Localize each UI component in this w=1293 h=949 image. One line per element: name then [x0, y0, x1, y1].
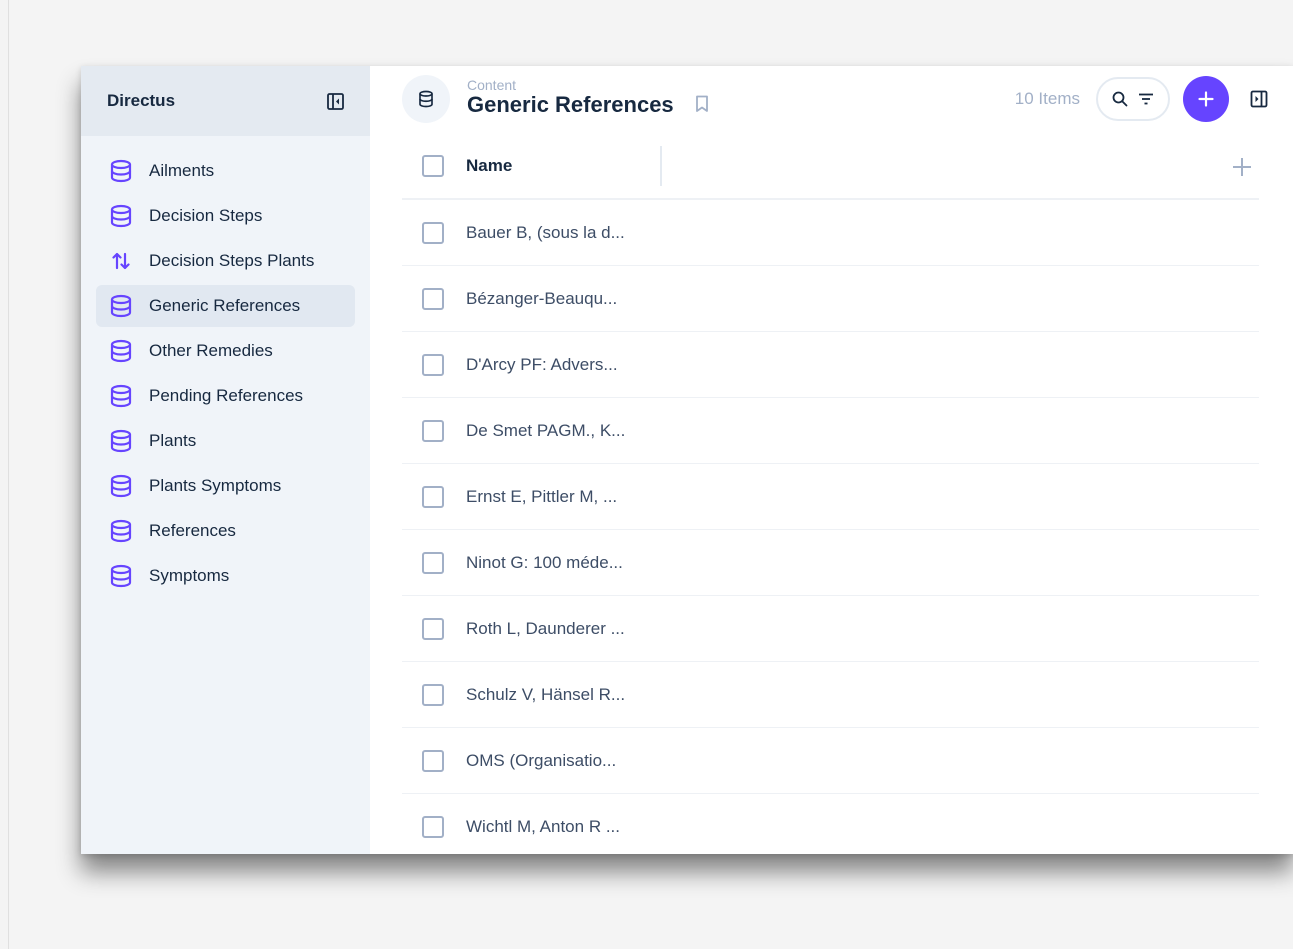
- row-checkbox[interactable]: [422, 485, 444, 508]
- name-cell: De Smet PAGM., K...: [466, 420, 626, 440]
- sidebar-item[interactable]: Decision Steps: [96, 195, 355, 237]
- database-icon: [108, 428, 134, 454]
- database-icon: [108, 563, 134, 589]
- sidebar-item[interactable]: Plants: [96, 420, 355, 462]
- sidebar-item-label: Other Remedies: [149, 341, 273, 360]
- sidebar-item[interactable]: References: [96, 510, 355, 552]
- collection-title-icon: [402, 75, 450, 123]
- table-row[interactable]: Bauer B, (sous la d...: [402, 200, 1259, 266]
- name-cell: Ernst E, Pittler M, ...: [466, 486, 618, 506]
- row-checkbox[interactable]: [422, 287, 444, 310]
- sidebar-item[interactable]: Pending References: [96, 375, 355, 417]
- breadcrumb[interactable]: Content: [467, 78, 674, 92]
- page-header: Content Generic References 10 Items: [370, 66, 1293, 132]
- search-icon[interactable]: [1111, 90, 1129, 108]
- items-table: Name Bauer B, (sous la d... Bézanger-Beau…: [402, 134, 1259, 854]
- sidebar-item[interactable]: Generic References: [96, 285, 355, 327]
- sidebar-item-label: Symptoms: [149, 566, 230, 585]
- sidebar-item-label: Decision Steps Plants: [149, 251, 315, 270]
- table-row[interactable]: D'Arcy PF: Advers...: [402, 332, 1259, 398]
- main-content: Content Generic References 10 Items Name…: [370, 66, 1293, 854]
- column-resize-handle[interactable]: [660, 146, 662, 186]
- bookmark-icon[interactable]: [694, 95, 712, 113]
- sidebar-item[interactable]: Decision Steps Plants: [96, 240, 355, 282]
- sidebar-item-label: Generic References: [149, 296, 301, 315]
- database-icon: [108, 158, 134, 184]
- table-row[interactable]: De Smet PAGM., K...: [402, 398, 1259, 464]
- sidebar-item[interactable]: Other Remedies: [96, 330, 355, 372]
- database-icon: [108, 293, 134, 319]
- sidebar-item[interactable]: Symptoms: [96, 555, 355, 597]
- name-cell: Ninot G: 100 méde...: [466, 552, 623, 572]
- navigation-sidebar: Directus Ailments Decision Steps Decision …: [81, 66, 370, 854]
- database-icon: [419, 90, 433, 108]
- database-icon: [108, 473, 134, 499]
- table-row[interactable]: Roth L, Daunderer ...: [402, 596, 1259, 662]
- table-body: Bauer B, (sous la d... Bézanger-Beauqu...…: [402, 200, 1259, 854]
- row-checkbox[interactable]: [422, 815, 444, 838]
- toggle-info-sidebar-icon[interactable]: [1249, 89, 1269, 109]
- table-row[interactable]: Schulz V, Hänsel R...: [402, 662, 1259, 728]
- row-checkbox[interactable]: [422, 617, 444, 640]
- table-header: Name: [402, 134, 1259, 200]
- swap-vertical-icon: [108, 248, 134, 274]
- table-row[interactable]: Ninot G: 100 méde...: [402, 530, 1259, 596]
- sidebar-item-label: Plants Symptoms: [149, 476, 282, 495]
- name-cell: Bauer B, (sous la d...: [466, 222, 625, 242]
- database-icon: [108, 518, 134, 544]
- row-checkbox[interactable]: [422, 353, 444, 376]
- app-window: Directus Ailments Decision Steps Decision …: [81, 66, 1293, 854]
- database-icon: [108, 203, 134, 229]
- row-checkbox[interactable]: [422, 551, 444, 574]
- sidebar-item-label: References: [149, 521, 236, 540]
- row-checkbox[interactable]: [422, 749, 444, 772]
- create-item-button[interactable]: [1183, 76, 1229, 122]
- plus-icon: [1198, 91, 1214, 107]
- database-icon: [108, 338, 134, 364]
- sidebar-item[interactable]: Plants Symptoms: [96, 465, 355, 507]
- sidebar-item[interactable]: Ailments: [96, 150, 355, 192]
- row-checkbox[interactable]: [422, 221, 444, 244]
- name-cell: Roth L, Daunderer ...: [466, 618, 625, 638]
- name-cell: Schulz V, Hänsel R...: [466, 684, 626, 704]
- table-row[interactable]: OMS (Organisatio...: [402, 728, 1259, 794]
- title-block: Content Generic References: [467, 78, 674, 118]
- add-field-icon[interactable]: [1231, 156, 1253, 178]
- sidebar-header: Directus: [81, 66, 370, 136]
- row-checkbox[interactable]: [422, 419, 444, 442]
- collapse-sidebar-icon[interactable]: [326, 92, 344, 110]
- name-cell: Wichtl M, Anton R ...: [466, 816, 620, 836]
- sidebar-item-label: Ailments: [149, 161, 215, 180]
- page-title: Generic References: [467, 92, 674, 117]
- sidebar-item-label: Decision Steps: [149, 206, 263, 225]
- table-row[interactable]: Wichtl M, Anton R ...: [402, 794, 1259, 854]
- header-actions: 10 Items: [1015, 66, 1293, 132]
- filter-icon[interactable]: [1137, 90, 1155, 108]
- search-filter-button[interactable]: [1096, 77, 1170, 121]
- sidebar-item-label: Plants: [149, 431, 197, 450]
- table-row[interactable]: Ernst E, Pittler M, ...: [402, 464, 1259, 530]
- sidebar-item-label: Pending References: [149, 386, 304, 405]
- row-checkbox[interactable]: [422, 683, 444, 706]
- select-all-checkbox[interactable]: [422, 155, 444, 177]
- name-cell: OMS (Organisatio...: [466, 750, 617, 770]
- table-row[interactable]: Bézanger-Beauqu...: [402, 266, 1259, 332]
- collection-list: Ailments Decision Steps Decision Steps Pla…: [81, 136, 370, 600]
- name-cell: Bézanger-Beauqu...: [466, 288, 618, 308]
- column-header-name[interactable]: Name: [466, 156, 660, 176]
- item-count: 10 Items: [1014, 89, 1080, 108]
- database-icon: [108, 383, 134, 409]
- name-cell: D'Arcy PF: Advers...: [466, 354, 618, 374]
- app-name: Directus: [107, 91, 176, 110]
